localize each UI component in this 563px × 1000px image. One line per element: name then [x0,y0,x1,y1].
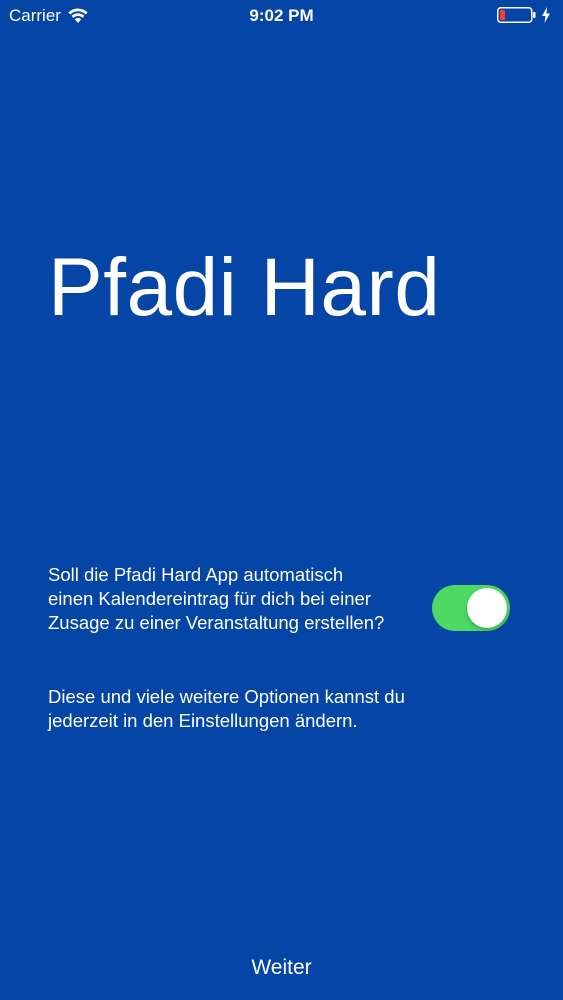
calendar-question: Soll die Pfadi Hard App automatisch eine… [48,564,385,633]
onboarding-screen: Carrier 9:02 PM Pfadi Hard Soll die Pfad… [0,0,563,1000]
charging-bolt-icon [542,7,550,23]
status-time: 9:02 PM [249,6,314,25]
next-button[interactable]: Weiter [0,952,563,984]
settings-info-text: Diese und viele weitere Optionen kannst … [48,686,405,731]
calendar-toggle[interactable] [432,585,510,631]
app-title: Pfadi Hard [48,242,441,333]
battery-icon [497,7,536,23]
battery-group [497,7,551,23]
toggle-knob [467,588,507,628]
status-bar: Carrier 9:02 PM [0,0,563,32]
